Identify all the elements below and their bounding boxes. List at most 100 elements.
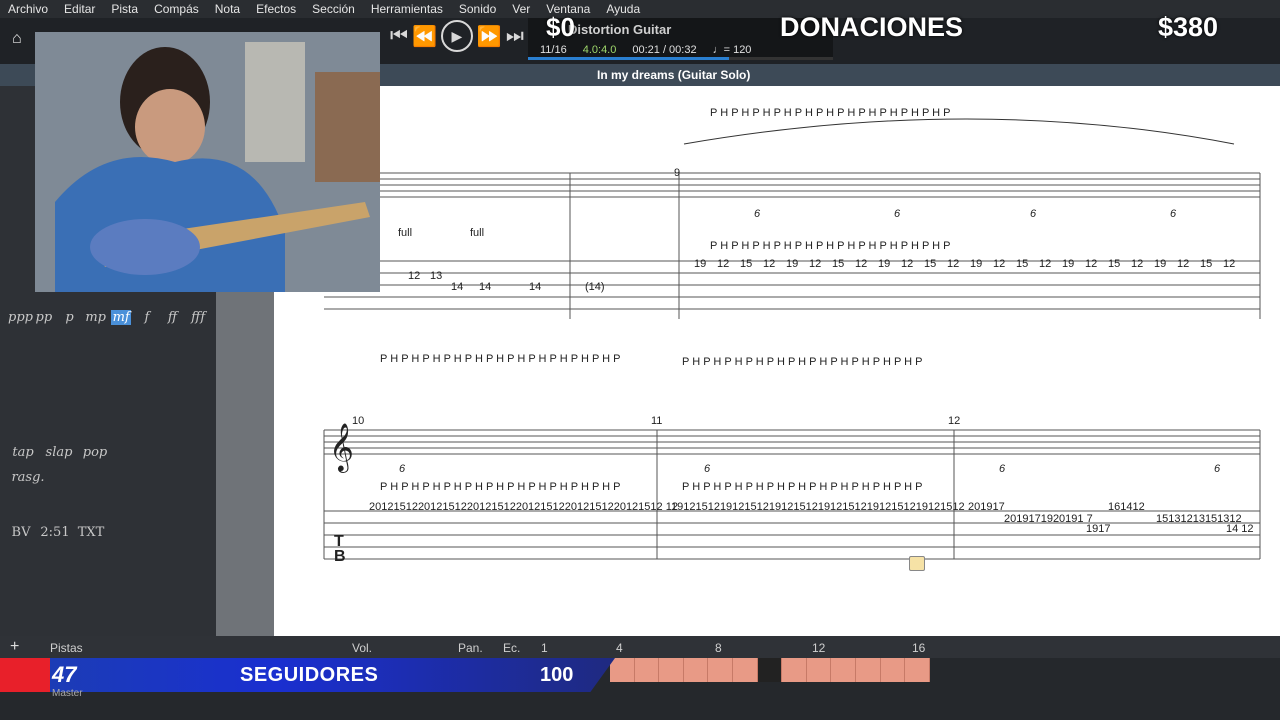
transport-controls: ⏮ ⏪ ▶ ⏩ ⏭ [390, 20, 524, 52]
tuplet-label: 6 [399, 463, 406, 475]
tab-note: 12 [809, 258, 821, 270]
tuplet-label: 6 [754, 208, 761, 220]
technique-rasg[interactable]: rasg. [8, 470, 48, 485]
bar-number: 12 [948, 415, 960, 427]
dynamic-mp[interactable]: mp [85, 310, 106, 325]
track-panel-header: + Pistas Vol. Pan. Ec. 1 4 8 12 16 [0, 636, 1280, 658]
overlay-donations-label: DONACIONES [780, 12, 964, 42]
technique-slap[interactable]: slap [44, 445, 74, 460]
tab-note: 19 [1154, 258, 1166, 270]
dynamic-f[interactable]: f [137, 310, 157, 325]
tempo-readout: ♩= 120 [712, 44, 752, 56]
score-svg: full full 12 13 14 14 14 (14) 9 P H P H … [323, 107, 1261, 565]
webcam-image [35, 32, 380, 292]
time-readout: 00:21 / 00:32 [632, 44, 697, 56]
tab-note: 12 [993, 258, 1005, 270]
technique-tap[interactable]: tap [8, 445, 38, 460]
playback-progress-fill [528, 57, 730, 60]
tab-clef: B [334, 548, 346, 565]
volume-label: Vol. [352, 641, 373, 655]
menu-ayuda[interactable]: Ayuda [598, 2, 648, 16]
menu-herramientas[interactable]: Herramientas [363, 2, 451, 16]
tab-note: 12 [1177, 258, 1189, 270]
pan-label: Pan. [458, 641, 483, 655]
tab-run: 1917 [1086, 523, 1110, 535]
edit-cursor[interactable] [909, 556, 925, 571]
dynamic-p[interactable]: p [60, 310, 80, 325]
bar-position: 11/16 [540, 44, 567, 56]
overlay-left-amount: $0 [546, 12, 575, 42]
menu-archivo[interactable]: Archivo [0, 2, 56, 16]
treble-clef-icon: 𝄞 [329, 422, 354, 473]
track-name: Distortion Guitar [568, 22, 672, 37]
fast-forward-icon[interactable]: ⏩ [477, 24, 502, 49]
score-sheet[interactable]: full full 12 13 14 14 14 (14) 9 P H P H … [274, 86, 1280, 636]
tab-note: 12 [1085, 258, 1097, 270]
menu-sonido[interactable]: Sonido [451, 2, 504, 16]
tuplet-label: 6 [894, 208, 901, 220]
master-label: Master [52, 688, 83, 699]
home-icon[interactable]: ⌂ [12, 30, 22, 48]
dynamic-mf[interactable]: mf [111, 310, 132, 325]
menu-efectos[interactable]: Efectos [248, 2, 304, 16]
followers-bar-accent [0, 658, 50, 692]
go-start-icon[interactable]: ⏮ [390, 25, 408, 48]
menu-seccion[interactable]: Sección [304, 2, 363, 16]
bar-marker: 12 [812, 641, 826, 655]
dynamic-ff[interactable]: ff [163, 310, 183, 325]
play-button[interactable]: ▶ [440, 20, 473, 52]
tuplet-label: 6 [1214, 463, 1221, 475]
tab-note: 15 [740, 258, 752, 270]
tab-note: 12 [1223, 258, 1235, 270]
dynamic-fff[interactable]: fff [188, 310, 208, 325]
add-track-icon[interactable]: + [10, 638, 19, 656]
eq-label: Ec. [503, 641, 521, 655]
menu-nota[interactable]: Nota [207, 2, 248, 16]
tool-bv[interactable]: BV [8, 525, 34, 540]
hp-markings: P H P H P H P H P H P H P H P H P H P H … [710, 107, 950, 119]
dynamic-pp[interactable]: pp [34, 310, 54, 325]
tab-note: 12 [763, 258, 775, 270]
tool-text[interactable]: TXT [76, 525, 106, 540]
webcam-overlay [35, 32, 380, 292]
bar-number: 10 [352, 415, 364, 427]
tab-note: 14 [529, 281, 541, 293]
tab-note: 12 [717, 258, 729, 270]
bar-marker: 1 [541, 641, 548, 655]
hp-markings: P H P H P H P H P H P H P H P H P H P H … [380, 353, 620, 365]
tracks-label[interactable]: Pistas [50, 641, 83, 655]
track-timeline[interactable] [610, 658, 930, 682]
bend-label-1: full [398, 227, 412, 239]
tab-run: 14 12 [1226, 523, 1254, 535]
tab-note: 15 [1108, 258, 1120, 270]
tool-time[interactable]: 2:51 [40, 525, 70, 540]
playback-progress [528, 57, 833, 60]
rewind-icon[interactable]: ⏪ [412, 24, 437, 49]
menu-editar[interactable]: Editar [56, 2, 103, 16]
menu-ver[interactable]: Ver [504, 2, 538, 16]
menu-compas[interactable]: Compás [146, 2, 207, 16]
hp-markings: P H P H P H P H P H P H P H P H P H P H … [710, 240, 950, 252]
menu-pista[interactable]: Pista [103, 2, 146, 16]
tab-note: 19 [786, 258, 798, 270]
tab-note: 12 [855, 258, 867, 270]
hp-markings: P H P H P H P H P H P H P H P H P H P H … [380, 481, 620, 493]
go-end-icon[interactable]: ⏭ [506, 25, 524, 48]
menu-bar: Archivo Editar Pista Compás Nota Efectos… [0, 0, 1280, 18]
tab-run: 2019171920191 7 [1004, 513, 1093, 525]
bar-marker: 8 [715, 641, 722, 655]
tab-note: 19 [1062, 258, 1074, 270]
technique-row-2: rasg. [8, 470, 208, 485]
tab-note: 19 [878, 258, 890, 270]
tab-run: 201917 [968, 501, 1005, 513]
bar-number: 11 [651, 415, 662, 427]
tab-run: 161412 [1108, 501, 1145, 513]
tab-note: 12 [1039, 258, 1051, 270]
hp-markings: P H P H P H P H P H P H P H P H P H P H … [682, 356, 922, 368]
tempo-value: = 120 [723, 44, 752, 56]
dynamic-ppp[interactable]: ppp [8, 310, 33, 325]
tab-note: 12 [1131, 258, 1143, 270]
slur [683, 118, 1235, 145]
tab-note: 19 [970, 258, 982, 270]
technique-pop[interactable]: pop [80, 445, 110, 460]
